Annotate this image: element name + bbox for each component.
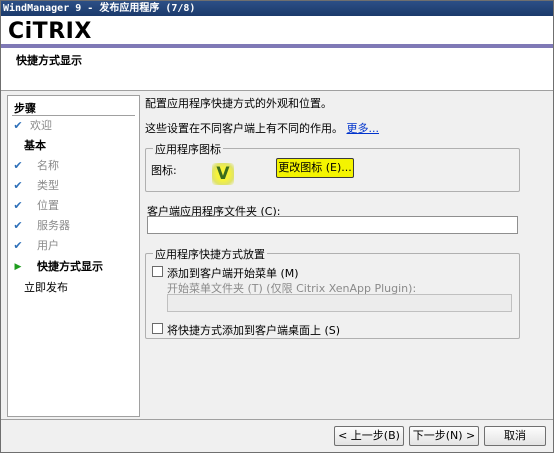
step-shortcut-display: ▶ 快捷方式显示 (10, 258, 135, 276)
start-folder-input[interactable] (167, 294, 512, 312)
cancel-button[interactable]: 取消 (484, 426, 546, 446)
wizard-header: CiTRIX 快捷方式显示 (1, 16, 553, 91)
check-icon: ✔ (13, 219, 23, 232)
steps-divider (12, 115, 135, 116)
step-type[interactable]: ✔ 类型 (10, 177, 135, 195)
icon-group: 应用程序图标 图标: V 更改图标 (E)... (145, 141, 520, 192)
icon-group-title: 应用程序图标 (153, 141, 223, 157)
step-name[interactable]: ✔ 名称 (10, 157, 135, 175)
start-menu-label: 添加到客户端开始菜单 (M) (167, 267, 299, 280)
intro-text: 配置应用程序快捷方式的外观和位置。 (145, 97, 332, 110)
note-line: 这些设置在不同客户端上有不同的作用。 更多... (145, 120, 379, 136)
page-title: 快捷方式显示 (16, 54, 82, 67)
wizard-window: WindManager 9 - 发布应用程序 (7/8) CiTRIX 快捷方式… (0, 0, 554, 453)
check-icon: ✔ (13, 159, 23, 172)
placement-group-title: 应用程序快捷方式放置 (153, 246, 267, 262)
window-title: WindManager 9 - 发布应用程序 (7/8) (1, 1, 553, 16)
change-icon-button[interactable]: 更改图标 (E)... (276, 158, 354, 178)
step-users[interactable]: ✔ 用户 (10, 237, 135, 255)
note-text: 这些设置在不同客户端上有不同的作用。 (145, 122, 343, 135)
check-icon: ✔ (13, 199, 23, 212)
step-servers[interactable]: ✔ 服务器 (10, 217, 135, 235)
application-icon: V (212, 163, 234, 185)
steps-title: 步骤 (14, 102, 36, 115)
back-button[interactable]: < 上一步(B) (334, 426, 404, 446)
current-step-arrow-icon: ▶ (14, 262, 22, 272)
footer-divider (1, 419, 553, 420)
steps-sidebar: 步骤 ✔ 欢迎 基本 ✔ 名称 ✔ 类型 ✔ 位置 ✔ 服务器 ✔ 用户 ▶ 快… (7, 95, 140, 417)
desktop-checkbox[interactable] (152, 323, 163, 334)
check-icon: ✔ (13, 239, 23, 252)
desktop-label: 将快捷方式添加到客户端桌面上 (S) (167, 324, 341, 337)
citrix-logo: CiTRIX (8, 19, 92, 44)
step-basic: 基本 (24, 139, 46, 152)
check-icon: ✔ (13, 179, 23, 192)
next-button[interactable]: 下一步(N) > (409, 426, 479, 446)
more-link[interactable]: 更多... (347, 122, 380, 135)
check-icon: ✔ (13, 119, 23, 132)
start-menu-checkbox[interactable] (152, 266, 163, 277)
header-divider (1, 44, 553, 48)
client-folder-input[interactable] (147, 216, 518, 234)
placement-group: 应用程序快捷方式放置 添加到客户端开始菜单 (M) 开始菜单文件夹 (T) (仅… (145, 246, 520, 339)
step-location[interactable]: ✔ 位置 (10, 197, 135, 215)
step-publish-now: 立即发布 (24, 281, 68, 294)
step-welcome[interactable]: ✔ 欢迎 (10, 117, 135, 135)
icon-label: 图标: (151, 164, 177, 177)
